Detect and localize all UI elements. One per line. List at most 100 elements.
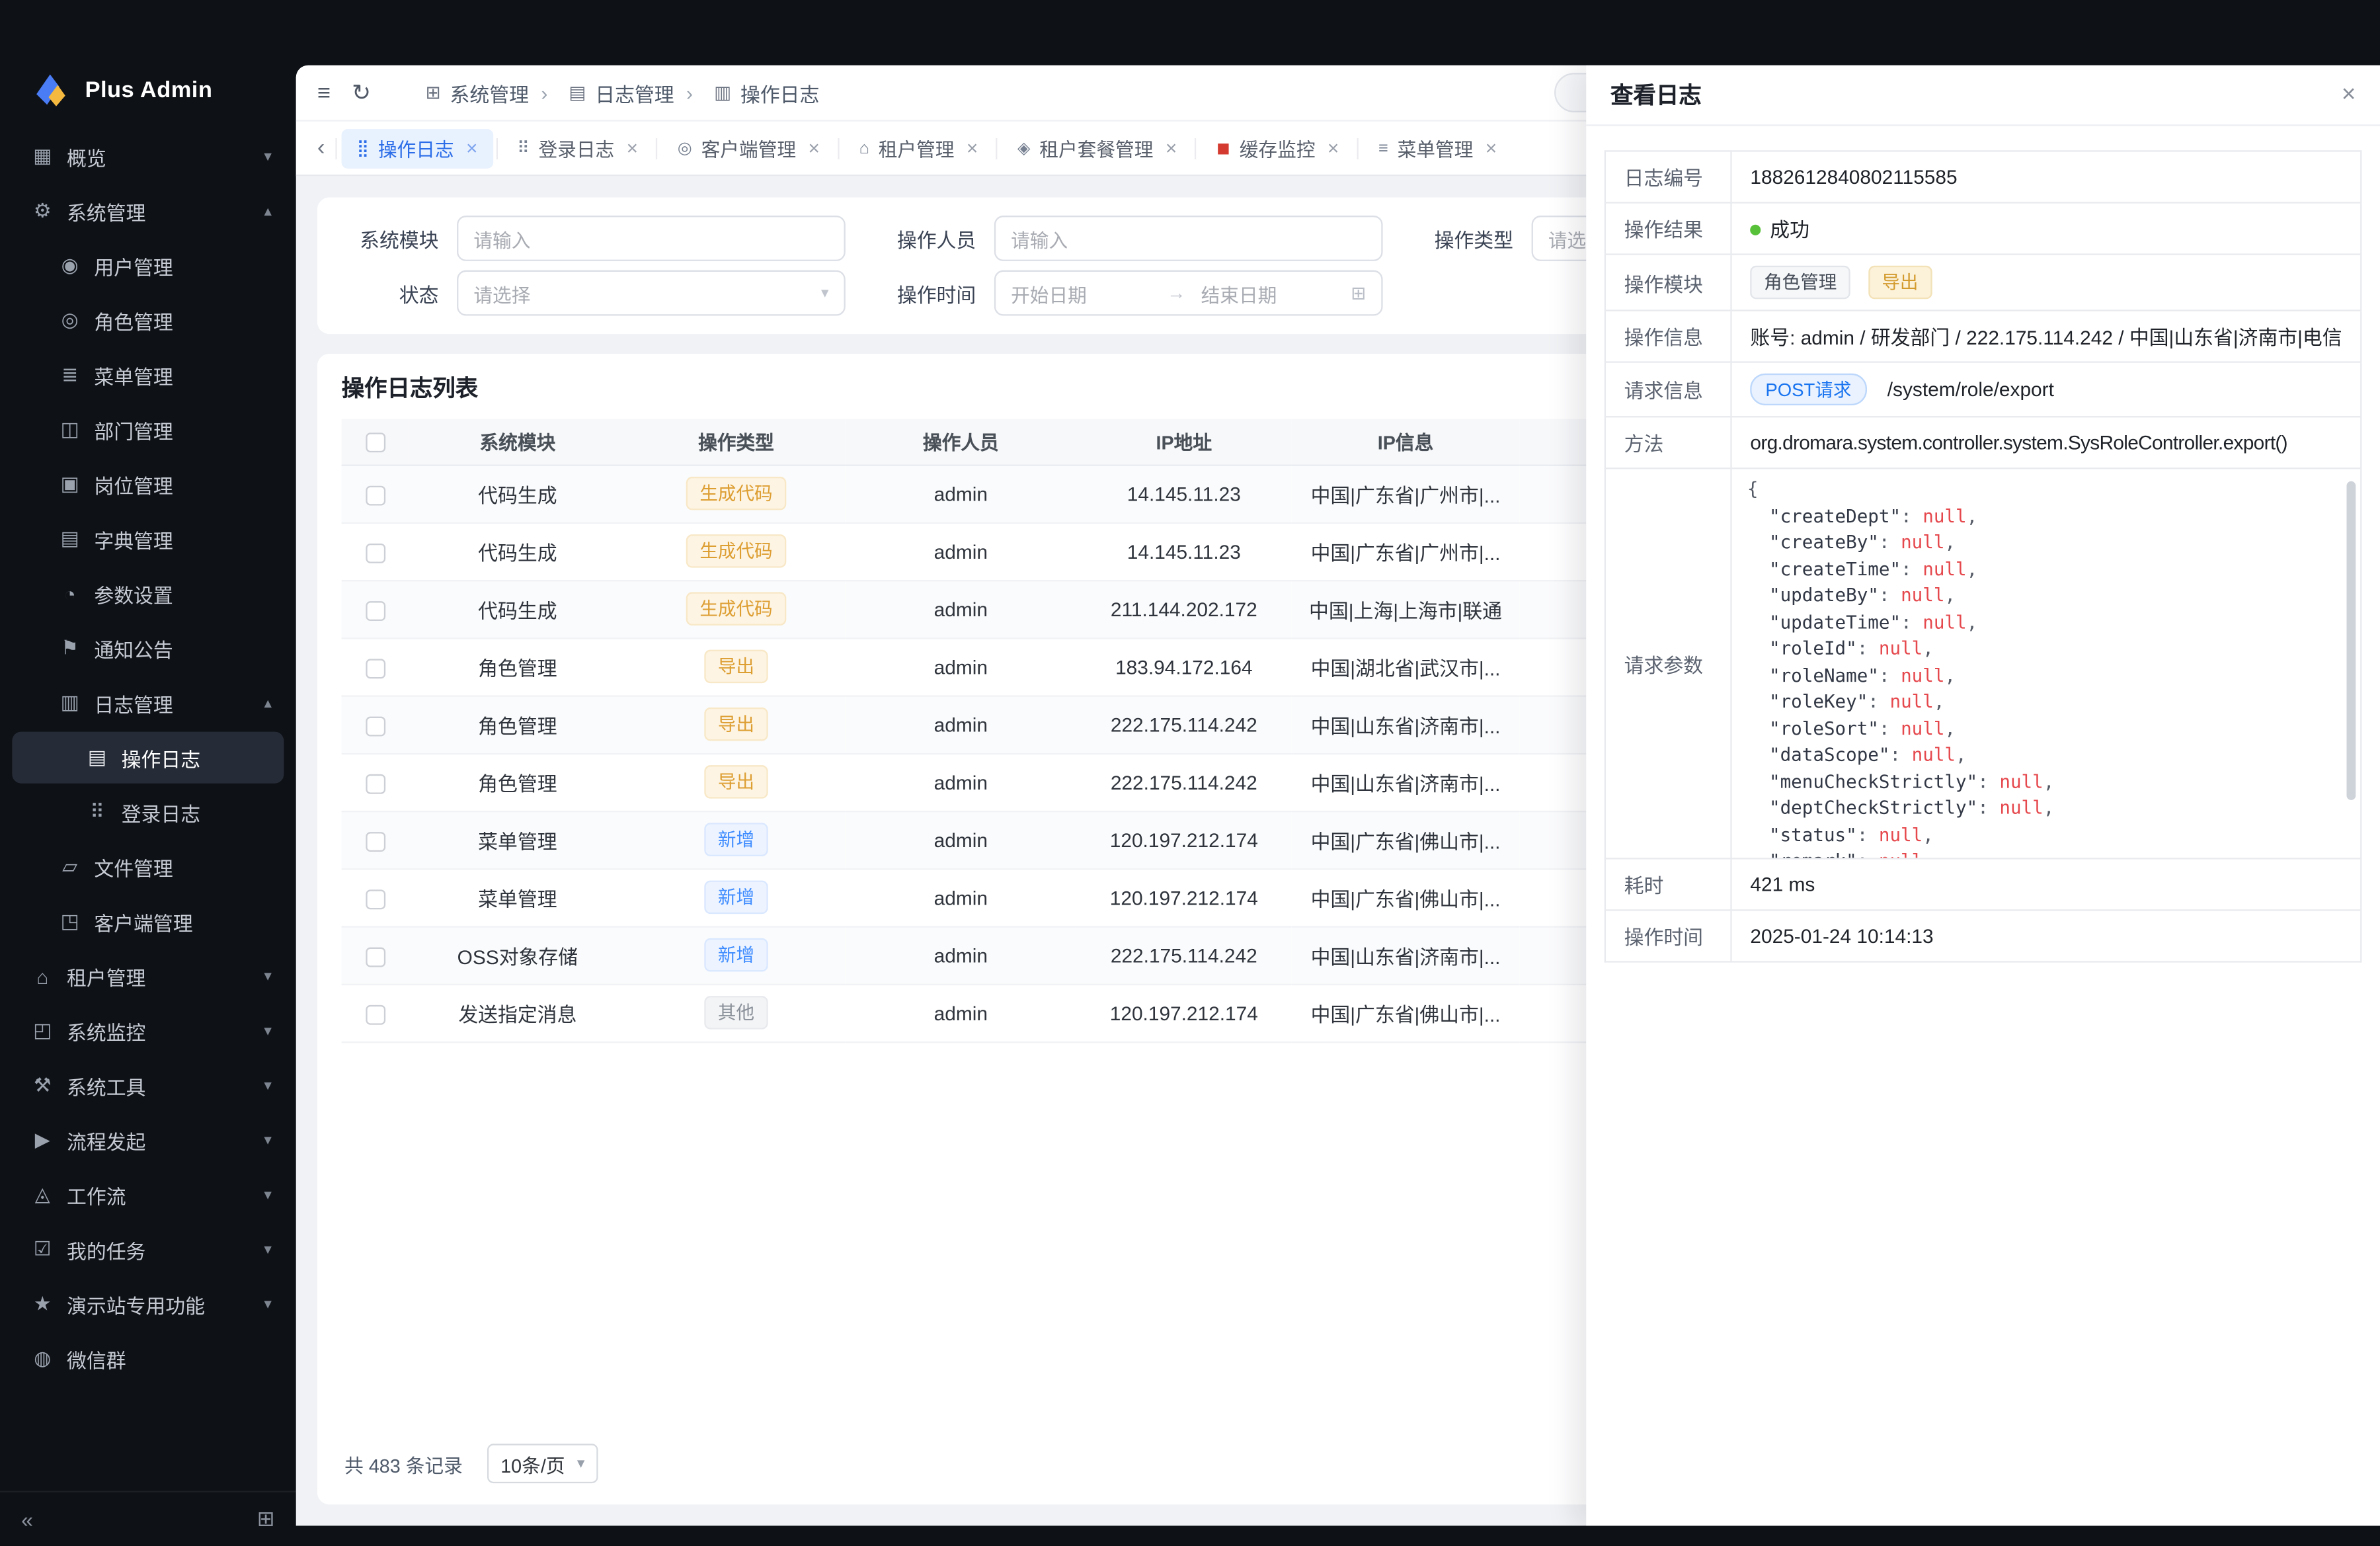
cell-module: 角色管理	[409, 637, 627, 695]
row-checkbox[interactable]	[365, 774, 385, 793]
column-header[interactable]: 系统模块	[409, 419, 627, 465]
close-drawer-icon[interactable]: ×	[2342, 81, 2356, 108]
tab-close-icon[interactable]: ×	[1486, 137, 1497, 159]
tab-close-icon[interactable]: ×	[1328, 137, 1339, 159]
sidebar-item-label: 菜单管理	[94, 360, 262, 389]
chevron-icon: ▾	[264, 694, 272, 711]
breadcrumb-item[interactable]: ⊞ 系统管理	[392, 78, 529, 107]
sidebar-item-user-management[interactable]: ◉ 用户管理	[12, 240, 284, 292]
scrollbar-thumb[interactable]	[2346, 481, 2356, 800]
sidebar-item-file-management[interactable]: ▱ 文件管理	[12, 841, 284, 893]
row-checkbox[interactable]	[365, 716, 385, 736]
sidebar-item-post-management[interactable]: ▣ 岗位管理	[12, 458, 284, 510]
row-checkbox[interactable]	[365, 1004, 385, 1024]
row-checkbox[interactable]	[365, 600, 385, 620]
sidebar-item-log-management[interactable]: ▥ 日志管理 ▾	[12, 677, 284, 729]
tab-operation-log[interactable]: ⣿ 操作日志 ×	[342, 128, 493, 168]
sidebar-item-system-tools[interactable]: ⚒ 系统工具 ▾	[12, 1060, 284, 1112]
sidebar-item-notice-announcement[interactable]: ⚑ 通知公告	[12, 622, 284, 674]
redis-cache-tab-icon: ◼	[1216, 138, 1230, 158]
cell-ip-info: 中国|上海|上海市|联通	[1292, 580, 1519, 637]
role-management-icon: ◎	[58, 308, 82, 333]
sidebar-item-client-management[interactable]: ◳ 客户端管理	[12, 896, 284, 948]
sidebar-item-dict-management[interactable]: ▤ 字典管理	[12, 513, 284, 565]
menu-management-tab-icon: ≡	[1378, 139, 1388, 157]
sidebar-item-role-management[interactable]: ◎ 角色管理	[12, 294, 284, 346]
sidebar-item-operation-log[interactable]: ▤ 操作日志	[12, 732, 284, 784]
tab-tenant-package-management[interactable]: ◈ 租户套餐管理 ×	[1002, 128, 1192, 168]
cell-ip-info: 中国|广东省|佛山市|...	[1292, 811, 1519, 868]
layout-pin-icon[interactable]: ⊞	[257, 1506, 275, 1532]
tab-label: 菜单管理	[1398, 134, 1474, 163]
row-checkbox[interactable]	[365, 889, 385, 909]
operation-log-crumb-icon: ▥	[714, 82, 731, 103]
request-url-value: /system/role/export	[1887, 378, 2054, 401]
filter-time-range-input[interactable]: 开始日期 → 结束日期 ⊞	[994, 270, 1383, 316]
tab-menu-management[interactable]: ≡ 菜单管理 ×	[1363, 128, 1512, 168]
breadcrumb-label: 操作日志	[740, 78, 819, 107]
drawer-header: 查看日志 ×	[1586, 65, 2380, 126]
sidebar-item-my-tasks[interactable]: ☑ 我的任务 ▾	[12, 1224, 284, 1276]
detail-label: 方法	[1605, 417, 1731, 468]
filter-status-select[interactable]: 请选择 ▾	[457, 270, 846, 316]
row-checkbox[interactable]	[365, 543, 385, 563]
sidebar-item-label: 通知公告	[94, 634, 262, 663]
sidebar-item-menu-management[interactable]: ≣ 菜单管理	[12, 349, 284, 401]
column-header[interactable]: 操作人员	[846, 419, 1076, 465]
cell-module: 代码生成	[409, 522, 627, 580]
filter-operator-input[interactable]: 请输入	[994, 216, 1383, 261]
sidebar-item-overview[interactable]: ▦ 概览 ▾	[12, 130, 284, 182]
sidebar-item-process-initiation[interactable]: ▶ 流程发起 ▾	[12, 1114, 284, 1166]
tab-close-icon[interactable]: ×	[809, 137, 820, 159]
brand[interactable]: Plus Admin	[0, 0, 296, 112]
tab-close-icon[interactable]: ×	[1166, 137, 1177, 159]
cell-module: 菜单管理	[409, 811, 627, 868]
sidebar-item-department-management[interactable]: ◫ 部门管理	[12, 404, 284, 456]
breadcrumb-label: 系统管理	[450, 78, 529, 107]
brand-logo-icon	[30, 70, 70, 110]
tab-close-icon[interactable]: ×	[466, 137, 477, 159]
sidebar-item-parameter-settings[interactable]: ◔ 参数设置	[12, 568, 284, 620]
client-management-tab-icon: ◎	[678, 138, 692, 158]
collapse-sidebar-icon[interactable]: «	[21, 1507, 33, 1531]
cell-ip-info: 中国|山东省|济南市|...	[1292, 696, 1519, 753]
sidebar-item-system-management[interactable]: ⚙ 系统管理 ▾	[12, 185, 284, 237]
breadcrumb-item[interactable]: › ▥ 操作日志	[674, 78, 820, 107]
parameter-settings-icon: ◔	[58, 582, 82, 604]
request-params-code[interactable]: { "createDept": null, "createBy": null, …	[1732, 469, 2360, 858]
column-header[interactable]: 操作类型	[627, 419, 846, 465]
tab-close-icon[interactable]: ×	[967, 137, 978, 159]
row-checkbox[interactable]	[365, 485, 385, 505]
page-size-select[interactable]: 10条/页 ▾	[487, 1444, 599, 1483]
column-header[interactable]: IP地址	[1076, 419, 1292, 465]
sidebar-item-system-monitor[interactable]: ◰ 系统监控 ▾	[12, 1005, 284, 1057]
tab-client-management[interactable]: ◎ 客户端管理 ×	[662, 128, 835, 168]
cell-ip-info: 中国|广东省|广州市|...	[1292, 522, 1519, 580]
select-all-checkbox[interactable]	[365, 432, 385, 452]
tab-close-icon[interactable]: ×	[627, 137, 638, 159]
tab-cache-monitor[interactable]: ◼ 缓存监控 ×	[1201, 128, 1354, 168]
chevron-icon: ▾	[264, 1241, 272, 1258]
sidebar-item-login-log[interactable]: ⠿ 登录日志	[12, 786, 284, 838]
row-checkbox[interactable]	[365, 831, 385, 851]
breadcrumb-item[interactable]: › ▤ 日志管理	[529, 78, 674, 107]
sidebar-item-demo-features[interactable]: ★ 演示站专用功能 ▾	[12, 1278, 284, 1330]
log-management-crumb-icon: ▤	[569, 82, 586, 103]
chevron-icon: ▾	[264, 1022, 272, 1039]
refresh-icon[interactable]: ↻	[352, 79, 371, 106]
sidebar-item-label: 用户管理	[94, 251, 262, 280]
tabs-scroll-left-icon[interactable]: ‹	[305, 135, 337, 161]
menu-toggle-icon[interactable]: ≡	[317, 80, 331, 106]
sidebar-item-workflow[interactable]: ◬ 工作流 ▾	[12, 1169, 284, 1221]
sidebar-item-tenant-management[interactable]: ⌂ 租户管理 ▾	[12, 950, 284, 1002]
cell-ip-info: 中国|山东省|济南市|...	[1292, 926, 1519, 984]
cell-operator: admin	[846, 696, 1076, 753]
tab-login-log[interactable]: ⠿ 登录日志 ×	[502, 128, 653, 168]
log-details-table: 日志编号 1882612840802115585 操作结果 成功 操作模块 角色…	[1605, 150, 2362, 962]
sidebar-item-wechat-group[interactable]: ◍ 微信群	[12, 1333, 284, 1385]
row-checkbox[interactable]	[365, 658, 385, 678]
tab-tenant-management[interactable]: ⌂ 租户管理 ×	[844, 128, 994, 168]
filter-module-input[interactable]: 请输入	[457, 216, 846, 261]
column-header[interactable]: IP信息	[1292, 419, 1519, 465]
row-checkbox[interactable]	[365, 947, 385, 967]
